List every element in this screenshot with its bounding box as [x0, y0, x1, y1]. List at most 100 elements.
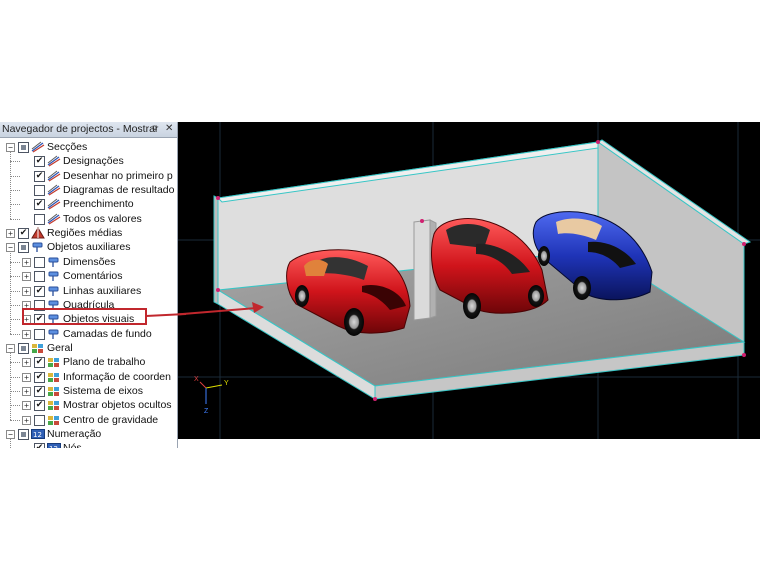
tree-item-linhas-aux[interactable]: + ✔ Linhas auxiliares: [0, 284, 177, 298]
expand-icon[interactable]: +: [6, 229, 15, 239]
general-icon: [47, 371, 61, 383]
tree-item-numeracao[interactable]: −12 Numeração: [0, 427, 177, 441]
tree-item-objetos-aux[interactable]: − Objetos auxiliares: [0, 240, 177, 254]
section-lines-icon: [47, 184, 61, 196]
column: [413, 219, 431, 321]
checkbox-comentarios[interactable]: [34, 271, 45, 283]
tree-item-desenhar[interactable]: ✔ Desenhar no primeiro p: [0, 169, 177, 183]
checkbox-regioes[interactable]: ✔: [18, 228, 29, 240]
axis-triad: Y X Z: [194, 376, 229, 415]
close-icon[interactable]: ✕: [165, 123, 173, 134]
tree-guide-line: [10, 351, 11, 420]
numbering-icon: 12: [31, 428, 45, 440]
highlight-box: [22, 308, 147, 325]
tree-item-label: Mostrar objetos ocultos: [63, 399, 172, 412]
checkbox-linhas-aux[interactable]: ✔: [34, 285, 45, 297]
tree-item-plano[interactable]: + ✔ Plano de trabalho: [0, 355, 177, 369]
tree-connector: [10, 362, 20, 364]
tree-item-dimensoes[interactable]: + Dimensões: [0, 255, 177, 269]
expand-icon[interactable]: +: [22, 401, 31, 411]
3d-viewport[interactable]: Y X Z: [178, 122, 760, 439]
tree-item-seccoes[interactable]: − Secções: [0, 140, 177, 154]
expand-icon[interactable]: +: [22, 386, 31, 396]
tree-guide-line: [10, 151, 11, 219]
tree-item-informacao[interactable]: + ✔ Informação de coorden: [0, 370, 177, 384]
checkbox-todos[interactable]: [34, 213, 45, 225]
pin-icon: [47, 270, 61, 282]
expand-icon[interactable]: +: [22, 286, 31, 296]
tree-item-designacoes[interactable]: ✔ Designações: [0, 154, 177, 168]
numbering-icon: 12: [47, 442, 61, 448]
region-icon: [31, 227, 45, 239]
pin-icon: [47, 328, 61, 340]
tree-item-camadas[interactable]: + Camadas de fundo: [0, 327, 177, 341]
tree-item-label: Todos os valores: [63, 212, 142, 225]
expand-icon[interactable]: +: [22, 372, 31, 382]
tree-item-centro[interactable]: + Centro de gravidade: [0, 413, 177, 427]
expand-icon[interactable]: +: [22, 415, 31, 425]
tree-item-label: Regiões médias: [47, 227, 123, 240]
tree-item-label: Plano de trabalho: [63, 356, 146, 369]
expand-icon[interactable]: +: [22, 329, 31, 339]
tree-item-todos[interactable]: Todos os valores: [0, 212, 177, 226]
checkbox-diagramas[interactable]: [34, 185, 45, 197]
checkbox-plano[interactable]: ✔: [34, 357, 45, 369]
axis-y-label: Y: [224, 380, 229, 387]
checkbox-desenhar[interactable]: ✔: [34, 170, 45, 182]
checkbox-nos[interactable]: ✔: [34, 443, 45, 448]
section-lines-icon: [31, 141, 45, 153]
general-icon: [47, 356, 61, 368]
expand-icon[interactable]: +: [22, 272, 31, 282]
tree-item-label: Desenhar no primeiro p: [63, 169, 173, 182]
tree-connector: [10, 304, 20, 306]
expand-icon[interactable]: +: [22, 358, 31, 368]
tree-item-mostrar-ocultos[interactable]: + ✔ Mostrar objetos ocultos: [0, 398, 177, 412]
tree-item-label: Informação de coorden: [63, 370, 171, 383]
pin-icon: [31, 241, 45, 253]
tree-connector: [10, 204, 20, 206]
tree-item-label: Objetos auxiliares: [47, 241, 131, 254]
checkbox-sistema[interactable]: ✔: [34, 385, 45, 397]
checkbox-mostrar-ocultos[interactable]: ✔: [34, 400, 45, 412]
checkbox-objetos-aux[interactable]: [18, 242, 29, 254]
tree-item-label: Comentários: [63, 270, 123, 283]
tree-connector: [10, 390, 20, 392]
checkbox-geral[interactable]: [18, 342, 29, 354]
tree-item-label: Secções: [47, 141, 88, 153]
tree-item-label: Nós: [63, 442, 82, 448]
tree-item-label: Preenchimento: [63, 198, 134, 211]
tree-connector: [10, 261, 20, 263]
tree-item-comentarios[interactable]: + Comentários: [0, 269, 177, 283]
pin-icon[interactable]: ¤: [152, 123, 158, 134]
tree-item-label: Geral: [47, 341, 73, 354]
checkbox-dimensoes[interactable]: [34, 256, 45, 268]
tree-connector: [10, 319, 20, 321]
checkbox-preenchimento[interactable]: ✔: [34, 199, 45, 211]
tree-item-preenchimento[interactable]: ✔ Preenchimento: [0, 197, 177, 211]
section-lines-icon: [47, 170, 61, 182]
tree-item-label: Designações: [63, 155, 124, 168]
checkbox-centro[interactable]: [34, 414, 45, 426]
tree-item-label: Centro de gravidade: [63, 413, 159, 426]
tree-item-nos[interactable]: ✔ 12 Nós: [0, 441, 177, 448]
tree-item-sistema[interactable]: + ✔ Sistema de eixos: [0, 384, 177, 398]
panel-title: Navegador de projectos - Mostrar: [2, 123, 159, 135]
checkbox-informacao[interactable]: ✔: [34, 371, 45, 383]
tree-connector: [10, 276, 20, 278]
expand-icon[interactable]: +: [22, 257, 31, 267]
project-navigator-panel: Navegador de projectos - Mostrar ¤ ✕ − Se…: [0, 122, 178, 448]
tree-item-diagramas[interactable]: Diagramas de resultado: [0, 183, 177, 197]
tree-connector: [10, 161, 20, 163]
general-icon: [31, 342, 45, 354]
tree-connector: [10, 333, 20, 335]
tree-guide-line: [10, 438, 11, 448]
checkbox-camadas[interactable]: [34, 328, 45, 340]
tree-item-regioes[interactable]: + ✔ Regiões médias: [0, 226, 177, 240]
general-icon: [47, 385, 61, 397]
tree-connector: [10, 376, 20, 378]
checkbox-numeracao[interactable]: [18, 429, 29, 440]
tree-item-geral[interactable]: − Geral: [0, 341, 177, 355]
scene-svg: Y X Z: [178, 122, 760, 439]
checkbox-designacoes[interactable]: ✔: [34, 156, 45, 168]
checkbox-seccoes[interactable]: [18, 142, 29, 153]
